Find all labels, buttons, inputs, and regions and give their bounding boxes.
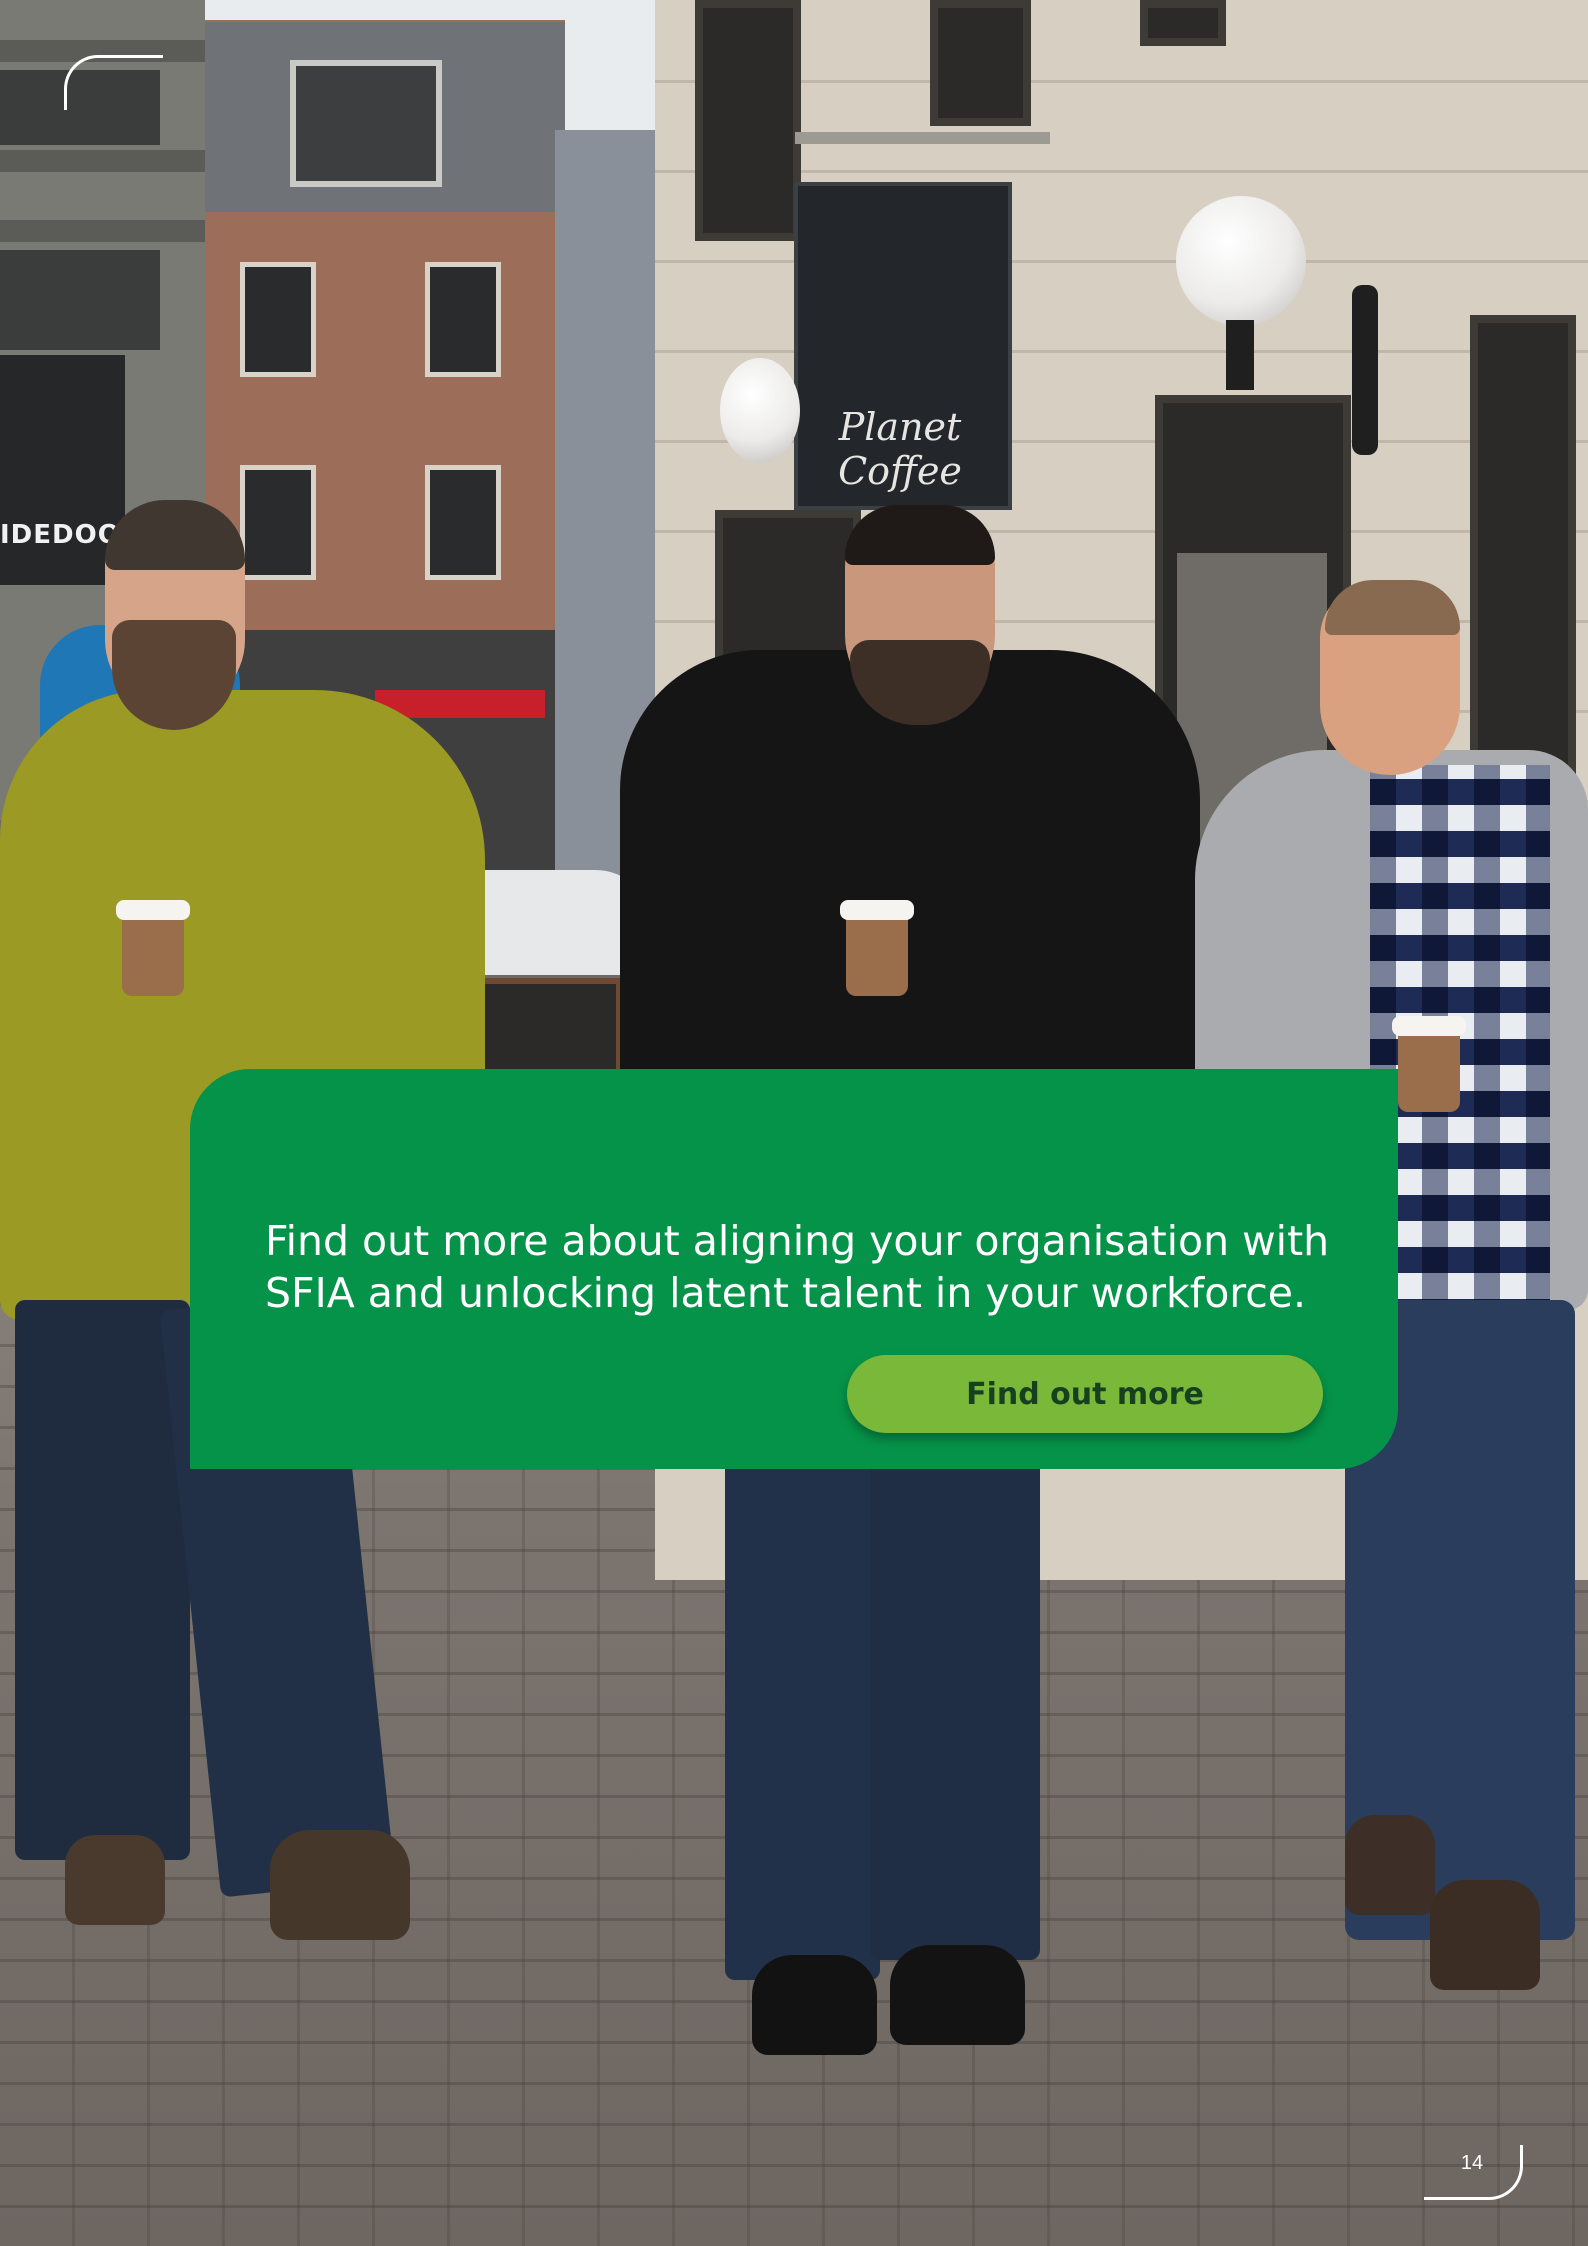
globe-lamp (1176, 196, 1306, 326)
right-person-hair (1325, 580, 1460, 635)
globe-lamp (720, 358, 800, 463)
lamp-bracket (1352, 285, 1378, 455)
building-ledge (0, 220, 205, 242)
middle-person-leg (870, 1420, 1040, 1960)
brick-window (425, 262, 501, 377)
building-ledge (0, 150, 205, 172)
coffee-cup (840, 900, 914, 996)
stone-window (930, 0, 1031, 126)
building-window (0, 250, 160, 350)
cta-panel: Find out more about aligning your organi… (190, 1069, 1398, 1469)
stone-window (695, 0, 801, 241)
stone-window (1140, 0, 1226, 46)
brochure-page: IDEDOOR Planet Coffee Find out more abou… (0, 0, 1588, 2246)
shop-window (1470, 315, 1576, 781)
coffee-cup (116, 900, 190, 996)
coffee-shop-sign-text: Planet Coffee (838, 405, 962, 493)
find-out-more-button[interactable]: Find out more (847, 1355, 1323, 1433)
awning-text: IDEDOOR (0, 520, 142, 550)
brick-window (425, 465, 501, 580)
middle-person-hair (845, 505, 995, 565)
middle-person-leg (725, 1420, 880, 1980)
cta-text: Find out more about aligning your organi… (265, 1217, 1330, 1317)
coffee-cup (1392, 1016, 1466, 1112)
right-person-boot (1345, 1815, 1435, 1915)
brick-window (240, 262, 316, 377)
right-person-boot (1430, 1880, 1540, 1990)
brick-window (240, 465, 316, 580)
middle-person-shoe (752, 1955, 877, 2055)
corner-bracket-decoration (64, 55, 163, 110)
left-person-leg (15, 1300, 190, 1860)
middle-person-shoe (890, 1945, 1025, 2045)
lamp-bracket (1226, 320, 1254, 390)
dormer-window (290, 60, 442, 187)
left-person-boot (65, 1835, 165, 1925)
left-person-boot (270, 1830, 410, 1940)
sign-bracket (795, 132, 1050, 144)
page-number: 14 (1460, 2152, 1484, 2174)
